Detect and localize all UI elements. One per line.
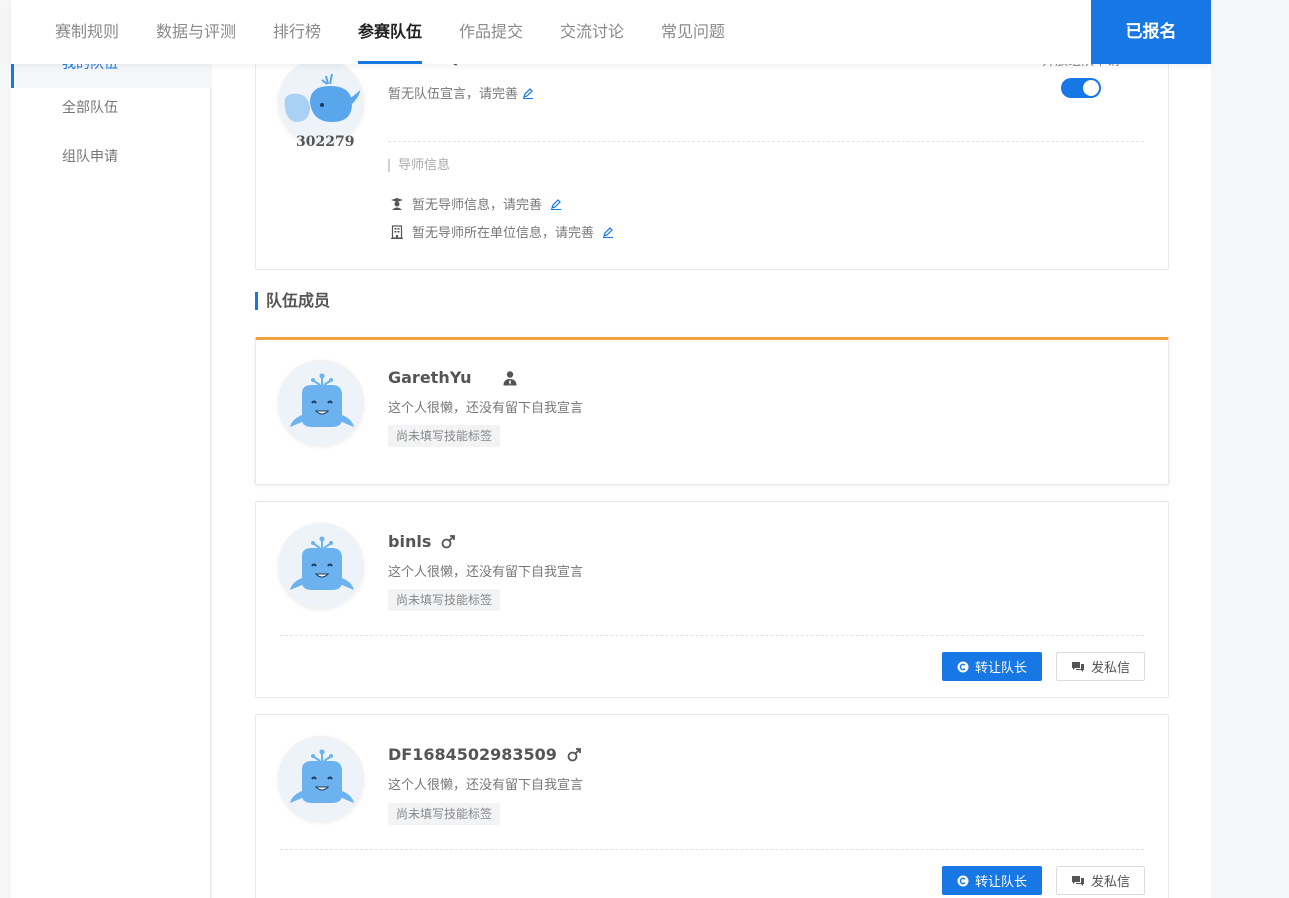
member-name-text: GarethYu xyxy=(388,368,472,387)
send-message-button[interactable]: 发私信 xyxy=(1056,866,1145,895)
open-application-toggle[interactable] xyxy=(1061,78,1101,98)
member-card-leader: GarethYu 这个人很懒，还没有留下自我宣言 尚未填写技能标签 xyxy=(255,337,1169,485)
mentor-org-text: 暂无导师所在单位信息，请完善 xyxy=(412,226,595,241)
mentor-graduate-icon xyxy=(391,197,403,210)
transfer-icon xyxy=(957,875,969,886)
member-name: GarethYu xyxy=(388,368,518,387)
transfer-leader-button[interactable]: 转让队长 xyxy=(942,652,1042,681)
sidebar: 我的队伍 全部队伍 组队申请 xyxy=(11,0,211,898)
building-icon xyxy=(391,224,403,239)
toggle-knob xyxy=(1083,80,1099,96)
tab-submission[interactable]: 作品提交 xyxy=(459,0,523,64)
tab-faq[interactable]: 常见问题 xyxy=(661,0,725,64)
member-card: DF1684502983509 这个人很懒，还没有留下自我宣言 尚未填写技能标签… xyxy=(255,714,1169,898)
send-message-label: 发私信 xyxy=(1090,661,1130,676)
send-message-button[interactable]: 发私信 xyxy=(1056,652,1145,681)
member-avatar xyxy=(278,736,364,822)
transfer-leader-button[interactable]: 转让队长 xyxy=(942,866,1042,895)
edit-pencil-icon[interactable] xyxy=(522,87,534,99)
member-name: DF1684502983509 xyxy=(388,745,581,764)
transfer-icon xyxy=(957,661,969,672)
mentor-info-row: 暂无导师信息，请完善 xyxy=(390,194,562,213)
team-info-card: 302279 EasonQA 暂无队伍宣言，请完善 开放组队申请 导师信息 xyxy=(255,40,1169,270)
divider xyxy=(280,849,1144,850)
skill-tag: 尚未填写技能标签 xyxy=(388,803,501,825)
divider xyxy=(388,141,1144,142)
main-content: 302279 EasonQA 暂无队伍宣言，请完善 开放组队申请 导师信息 xyxy=(212,0,1211,898)
male-icon xyxy=(441,534,456,548)
members-section-title: 队伍成员 xyxy=(255,292,330,310)
member-name: binls xyxy=(388,532,456,551)
tab-rules[interactable]: 赛制规则 xyxy=(55,0,119,64)
robot-whale-avatar-icon xyxy=(290,749,354,803)
transfer-leader-label: 转让队长 xyxy=(974,875,1027,890)
mentor-org-row: 暂无导师所在单位信息，请完善 xyxy=(390,222,614,241)
member-signature: 这个人很懒，还没有留下自我宣言 xyxy=(388,401,584,416)
team-declaration-text: 暂无队伍宣言，请完善 xyxy=(388,87,519,102)
signed-up-button[interactable]: 已报名 xyxy=(1091,0,1211,64)
sidebar-item-team-requests[interactable]: 组队申请 xyxy=(11,133,211,181)
member-card: binls 这个人很懒，还没有留下自我宣言 尚未填写技能标签 转让队长 发私信 xyxy=(255,501,1169,698)
chat-icon xyxy=(1071,875,1084,886)
team-avatar xyxy=(278,59,364,145)
team-id: 302279 xyxy=(296,134,355,150)
member-avatar xyxy=(278,523,364,609)
divider xyxy=(280,635,1144,636)
chat-icon xyxy=(1071,661,1084,672)
top-tab-bar: 赛制规则 数据与评测 排行榜 参赛队伍 作品提交 交流讨论 常见问题 已报名 xyxy=(11,0,1211,64)
mentor-section-title: 导师信息 xyxy=(388,159,450,172)
member-signature: 这个人很懒，还没有留下自我宣言 xyxy=(388,778,584,793)
transfer-leader-label: 转让队长 xyxy=(974,661,1027,676)
tab-discussion[interactable]: 交流讨论 xyxy=(560,0,624,64)
whale-avatar-icon xyxy=(284,73,360,122)
tab-teams[interactable]: 参赛队伍 xyxy=(358,0,423,64)
skill-tag: 尚未填写技能标签 xyxy=(388,589,501,611)
leader-icon xyxy=(503,370,517,385)
skill-tag: 尚未填写技能标签 xyxy=(388,425,501,447)
male-icon xyxy=(567,747,581,761)
sidebar-item-all-teams[interactable]: 全部队伍 xyxy=(11,84,211,132)
tab-data-evaluation[interactable]: 数据与评测 xyxy=(156,0,236,64)
robot-whale-avatar-icon xyxy=(290,373,354,427)
team-declaration: 暂无队伍宣言，请完善 xyxy=(388,83,534,102)
edit-pencil-icon[interactable] xyxy=(602,226,614,238)
send-message-label: 发私信 xyxy=(1090,875,1130,890)
mentor-info-text: 暂无导师信息，请完善 xyxy=(412,198,543,213)
robot-whale-avatar-icon xyxy=(290,536,354,590)
member-signature: 这个人很懒，还没有留下自我宣言 xyxy=(388,565,584,580)
tab-leaderboard[interactable]: 排行榜 xyxy=(273,0,321,64)
member-name-text: binls xyxy=(388,532,432,551)
edit-pencil-icon[interactable] xyxy=(550,198,562,210)
member-avatar xyxy=(278,360,364,446)
member-name-text: DF1684502983509 xyxy=(388,745,557,764)
